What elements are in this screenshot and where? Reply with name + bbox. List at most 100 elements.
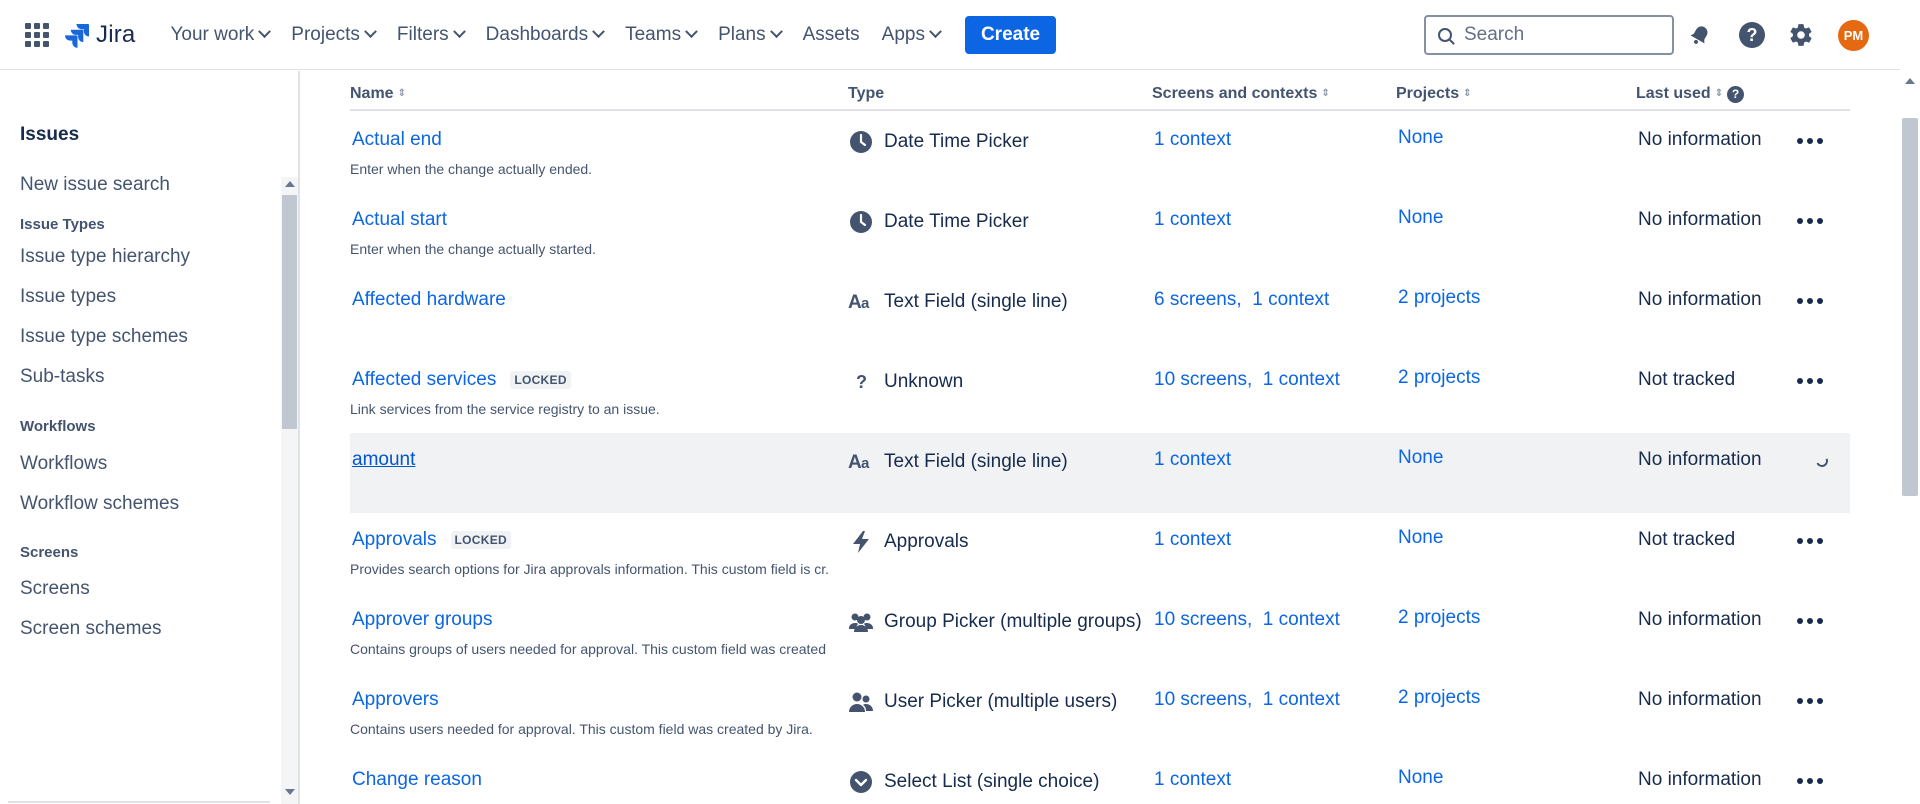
group-icon [848, 609, 874, 635]
field-name-link[interactable]: Affected services LOCKED [352, 369, 571, 391]
projects-link[interactable]: 2 projects [1398, 687, 1480, 709]
sidebar-scroll-down-icon[interactable] [285, 789, 295, 795]
field-name-link[interactable]: Change reason [352, 769, 482, 791]
sidebar-item-screens[interactable]: Screens [20, 578, 90, 600]
help-button[interactable]: ? [1738, 21, 1766, 49]
column-header-screens[interactable]: Screens and contexts ⇕ [1152, 85, 1330, 103]
contexts-link[interactable]: 1 context [1154, 529, 1231, 550]
help-icon[interactable]: ? [1727, 85, 1745, 103]
table-row: Actual end Enter when the change actually… [350, 113, 1850, 193]
nav-item-dashboards[interactable]: Dashboards [475, 15, 614, 55]
more-dot [1807, 298, 1813, 304]
more-actions-button[interactable] [1790, 611, 1830, 631]
bell-icon [1690, 26, 1708, 44]
more-actions-button[interactable] [1790, 691, 1830, 711]
contexts-link[interactable]: 1 context [1154, 129, 1231, 150]
field-type-label: Approvals [884, 531, 969, 552]
field-type-label: Group Picker (multiple groups) [884, 611, 1142, 632]
avatar[interactable]: PM [1838, 20, 1869, 51]
settings-button[interactable] [1787, 21, 1815, 49]
notifications-icon[interactable] [1686, 21, 1714, 49]
projects-link[interactable]: None [1398, 447, 1443, 469]
search-box[interactable] [1424, 15, 1674, 55]
jira-logo[interactable]: Jira [64, 21, 135, 49]
field-type-label: Date Time Picker [884, 211, 1029, 232]
field-name-link[interactable]: Actual start [352, 209, 447, 231]
more-actions-button[interactable] [1790, 131, 1830, 151]
sidebar-item-workflow-schemes[interactable]: Workflow schemes [20, 493, 179, 515]
more-actions-button[interactable] [1790, 371, 1830, 391]
page-scrollbar-thumb[interactable] [1902, 118, 1918, 496]
screens-link[interactable]: 6 screens, [1154, 289, 1242, 310]
more-dot [1817, 218, 1823, 224]
field-screens-contexts: 1 context [1154, 449, 1231, 471]
projects-link[interactable]: None [1398, 207, 1443, 229]
screens-link[interactable]: 10 screens, [1154, 689, 1252, 710]
chevron-down-icon [452, 25, 466, 39]
page-scroll-up-icon[interactable] [1905, 78, 1915, 84]
contexts-link[interactable]: 1 context [1154, 769, 1231, 790]
sort-icon: ⇕ [1714, 88, 1724, 99]
more-actions-button[interactable] [1790, 531, 1830, 551]
screens-link[interactable]: 10 screens, [1154, 609, 1252, 630]
field-name-link[interactable]: amount [352, 449, 415, 471]
sidebar-item-issue-type-schemes[interactable]: Issue type schemes [20, 326, 188, 348]
field-type: User Picker (multiple users) [848, 689, 1117, 715]
sidebar-scroll-up-icon[interactable] [285, 181, 295, 187]
sidebar-item-issue-type-hierarchy[interactable]: Issue type hierarchy [20, 246, 190, 268]
column-header-name[interactable]: Name ⇕ [350, 85, 406, 103]
more-dot [1817, 778, 1823, 784]
field-type-label: Select List (single choice) [884, 771, 1100, 792]
create-button[interactable]: Create [964, 15, 1057, 54]
search-input[interactable] [1464, 24, 1644, 46]
field-name-link[interactable]: Actual end [352, 129, 442, 151]
more-actions-button[interactable] [1790, 211, 1830, 231]
field-name-link[interactable]: Affected hardware [352, 289, 506, 311]
contexts-link[interactable]: 1 context [1263, 689, 1340, 710]
nav-item-your-work[interactable]: Your work [159, 15, 280, 55]
nav-item-projects[interactable]: Projects [280, 15, 386, 55]
projects-link[interactable]: 2 projects [1398, 607, 1480, 629]
more-dot [1797, 298, 1803, 304]
contexts-link[interactable]: 1 context [1263, 609, 1340, 630]
column-header-screens-label: Screens and contexts [1152, 85, 1318, 102]
screens-link[interactable]: 10 screens, [1154, 369, 1252, 390]
last-used-value: No information [1638, 689, 1762, 710]
sidebar-item-workflows[interactable]: Workflows [20, 453, 107, 475]
projects-link[interactable]: None [1398, 127, 1443, 149]
table-row: Approvals LOCKED Provides search options f… [350, 513, 1850, 593]
projects-link[interactable]: 2 projects [1398, 287, 1480, 309]
field-name-link[interactable]: Approvers [352, 689, 439, 711]
more-dot [1817, 378, 1823, 384]
projects-link[interactable]: None [1398, 767, 1443, 789]
contexts-link[interactable]: 1 context [1154, 209, 1231, 230]
contexts-link[interactable]: 1 context [1154, 449, 1231, 470]
nav-item-apps[interactable]: Apps [871, 15, 951, 55]
more-actions-button[interactable] [1790, 291, 1830, 311]
nav-item-assets[interactable]: Assets [792, 15, 871, 55]
nav-item-plans[interactable]: Plans [707, 15, 792, 55]
field-screens-contexts: 6 screens, 1 context [1154, 289, 1329, 311]
sidebar-item-new-issue-search[interactable]: New issue search [20, 174, 170, 196]
clock-icon [848, 209, 874, 235]
field-name-link[interactable]: Approvals LOCKED [352, 529, 511, 551]
last-used-value: No information [1638, 289, 1762, 310]
sidebar-item-sub-tasks[interactable]: Sub-tasks [20, 366, 104, 388]
projects-link[interactable]: None [1398, 527, 1443, 549]
field-name: Affected services [352, 369, 497, 390]
sidebar-item-issue-types[interactable]: Issue types [20, 286, 116, 308]
contexts-link[interactable]: 1 context [1263, 369, 1340, 390]
column-header-projects[interactable]: Projects ⇕ [1396, 85, 1472, 103]
nav-item-filters[interactable]: Filters [386, 15, 475, 55]
sidebar-item-screen-schemes[interactable]: Screen schemes [20, 618, 162, 640]
projects-link[interactable]: 2 projects [1398, 367, 1480, 389]
last-used-value: No information [1638, 609, 1762, 630]
nav-item-teams[interactable]: Teams [614, 15, 707, 55]
field-type: Aa Text Field (single line) [848, 449, 1068, 475]
field-name-link[interactable]: Approver groups [352, 609, 492, 631]
more-actions-button[interactable] [1790, 771, 1830, 791]
column-header-last-used[interactable]: Last used ⇕ ? [1636, 85, 1745, 103]
app-switcher-icon[interactable] [24, 22, 50, 48]
sidebar-scrollbar-thumb[interactable] [282, 195, 297, 429]
contexts-link[interactable]: 1 context [1252, 289, 1329, 310]
